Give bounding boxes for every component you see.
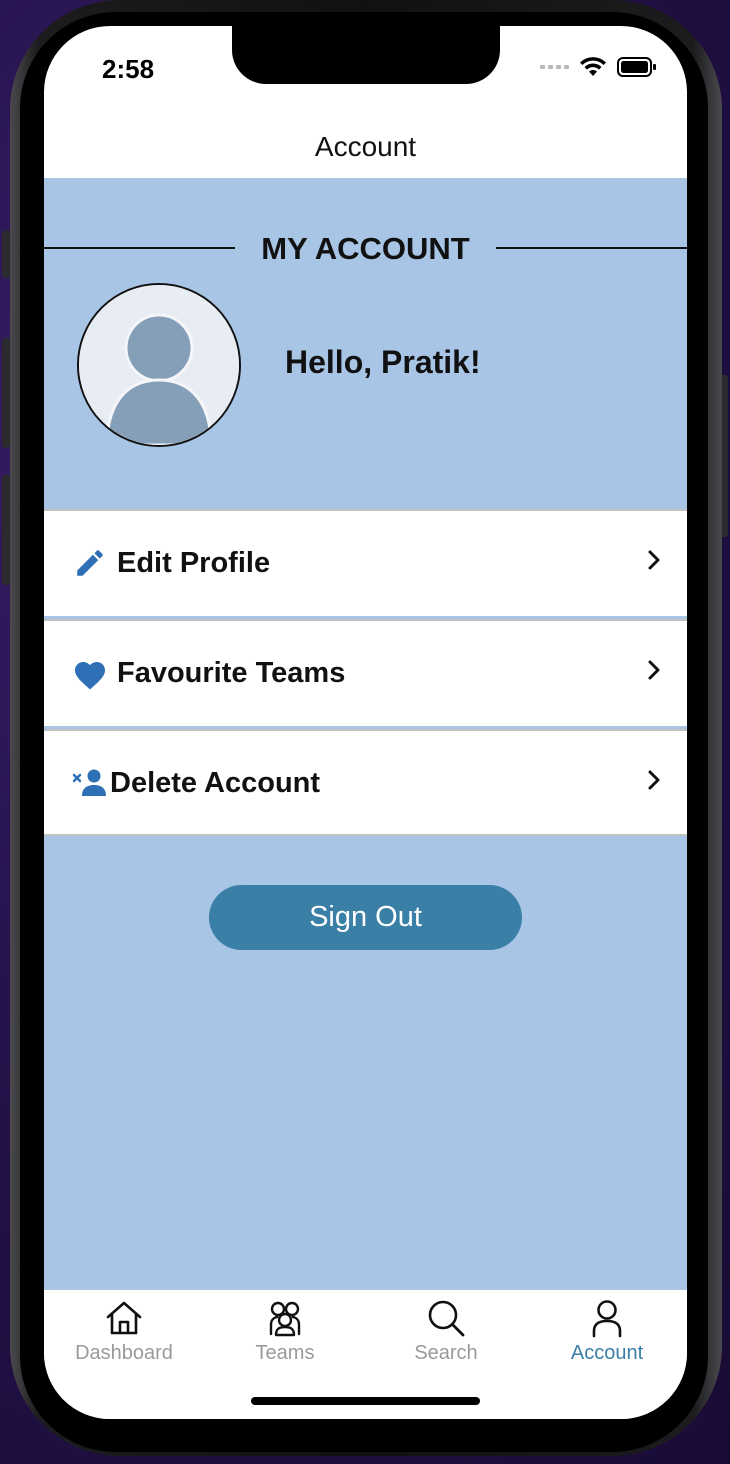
volume-up-button [2,338,10,448]
screen: 2:58 Account MY ACCOUNT Hello, Pratik! E… [44,26,687,1419]
chevron-right-icon [648,660,660,680]
tab-account-label: Account [570,1342,644,1364]
pencil-icon [77,550,103,576]
menu-item-delete-account[interactable]: Delete Account [44,729,687,836]
person-icon [592,1300,622,1338]
tab-account[interactable]: Account [527,1298,687,1378]
tab-dashboard[interactable]: Dashboard [44,1298,204,1378]
favourite-teams-label: Favourite Teams [117,657,346,689]
section-heading: MY ACCOUNT [44,229,687,269]
notch [232,26,500,84]
edit-profile-label: Edit Profile [117,547,271,579]
heart-icon [75,662,105,690]
account-content: MY ACCOUNT Hello, Pratik! Edit Profile F… [44,178,687,1290]
home-indicator[interactable] [251,1397,480,1405]
silent-switch [2,230,10,278]
battery-icon [617,57,656,77]
volume-down-button [2,475,10,585]
chevron-right-icon [648,550,660,570]
teams-icon [269,1301,301,1337]
menu-item-favourite-teams[interactable]: Favourite Teams [44,619,687,726]
status-time: 2:58 [102,54,155,84]
remove-user-icon [72,769,106,796]
menu-item-edit-profile[interactable]: Edit Profile [44,509,687,616]
greeting-text: Hello, Pratik! [285,344,481,380]
avatar-placeholder-icon [79,285,239,445]
cellular-signal-icon [540,65,569,69]
page-title: Account [314,131,417,162]
tab-search-label: Search [414,1342,478,1364]
search-icon [428,1300,465,1337]
delete-account-label: Delete Account [110,767,321,799]
chevron-right-icon [648,770,660,790]
tab-teams-label: Teams [255,1342,315,1364]
status-icons [540,56,657,78]
wifi-icon [580,57,606,76]
home-icon [106,1301,142,1335]
avatar[interactable] [77,283,241,447]
tab-dashboard-label: Dashboard [75,1342,173,1364]
tab-search[interactable]: Search [366,1298,526,1378]
nav-header: Account [44,116,687,178]
my-account-title: MY ACCOUNT [261,231,470,266]
sign-out-button[interactable]: Sign Out [209,885,522,950]
tab-teams[interactable]: Teams [205,1298,365,1378]
